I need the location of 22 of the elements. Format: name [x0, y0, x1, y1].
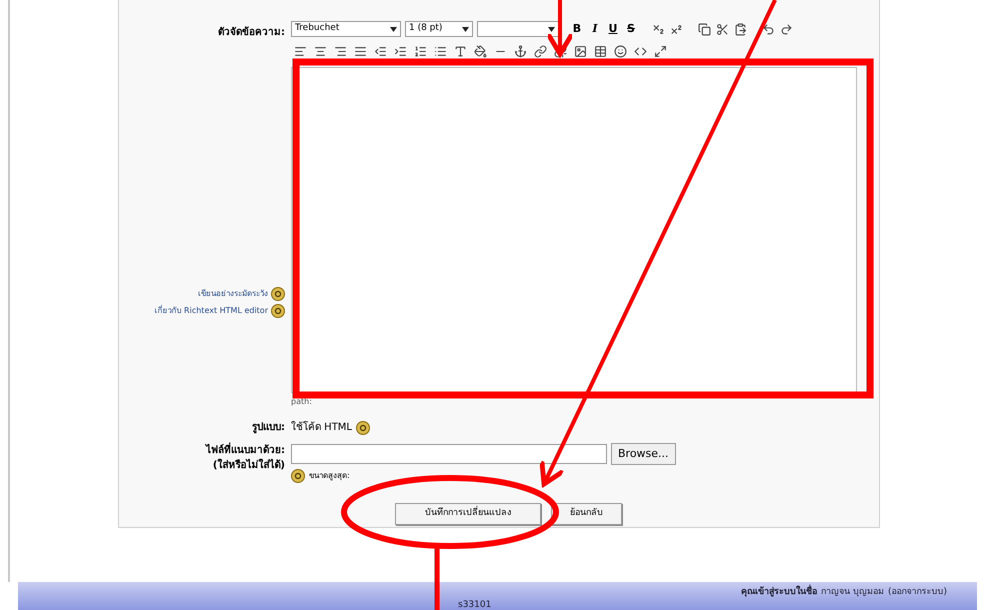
- bold-button[interactable]: B: [569, 20, 585, 38]
- size-select[interactable]: 1 (8 pt): [405, 21, 473, 37]
- field-note: (ใส่หรือไม่ใส่ได้): [212, 458, 285, 473]
- help-link[interactable]: เกี่ยวกับ Richtext HTML editor: [154, 305, 268, 317]
- field-label: ตัวจัดข้อความ:: [218, 25, 285, 40]
- user-link[interactable]: กาญจน บุญมอม: [821, 586, 884, 600]
- field-label: รูปแบบ:: [251, 421, 286, 435]
- underline-button[interactable]: U: [605, 20, 621, 38]
- logout-link[interactable]: (ออกจากระบบ): [888, 586, 947, 600]
- italic-button[interactable]: I: [587, 20, 603, 38]
- path-text: path:: [291, 396, 313, 408]
- max-size-text: ขนาดสูงสุด:: [309, 470, 350, 482]
- browse-button[interactable]: Browse...: [611, 443, 676, 465]
- font-select[interactable]: Trebuchet: [291, 21, 401, 37]
- help-link[interactable]: เขียนอย่างระมัดระวัง: [198, 288, 268, 300]
- strikethrough-button[interactable]: S: [623, 20, 639, 38]
- course-code: s33101: [458, 599, 492, 610]
- field-label: ไฟล์ที่แนบมาด้วย:: [206, 443, 285, 458]
- format-value: ใช้โค้ด HTML: [291, 420, 352, 435]
- save-button[interactable]: บันทึกการเปลี่ยนแปลง: [395, 503, 541, 525]
- login-text: คุณเข้าสู่ระบบในชื่อ: [741, 586, 818, 600]
- back-button[interactable]: ย้อนกลับ: [551, 503, 622, 525]
